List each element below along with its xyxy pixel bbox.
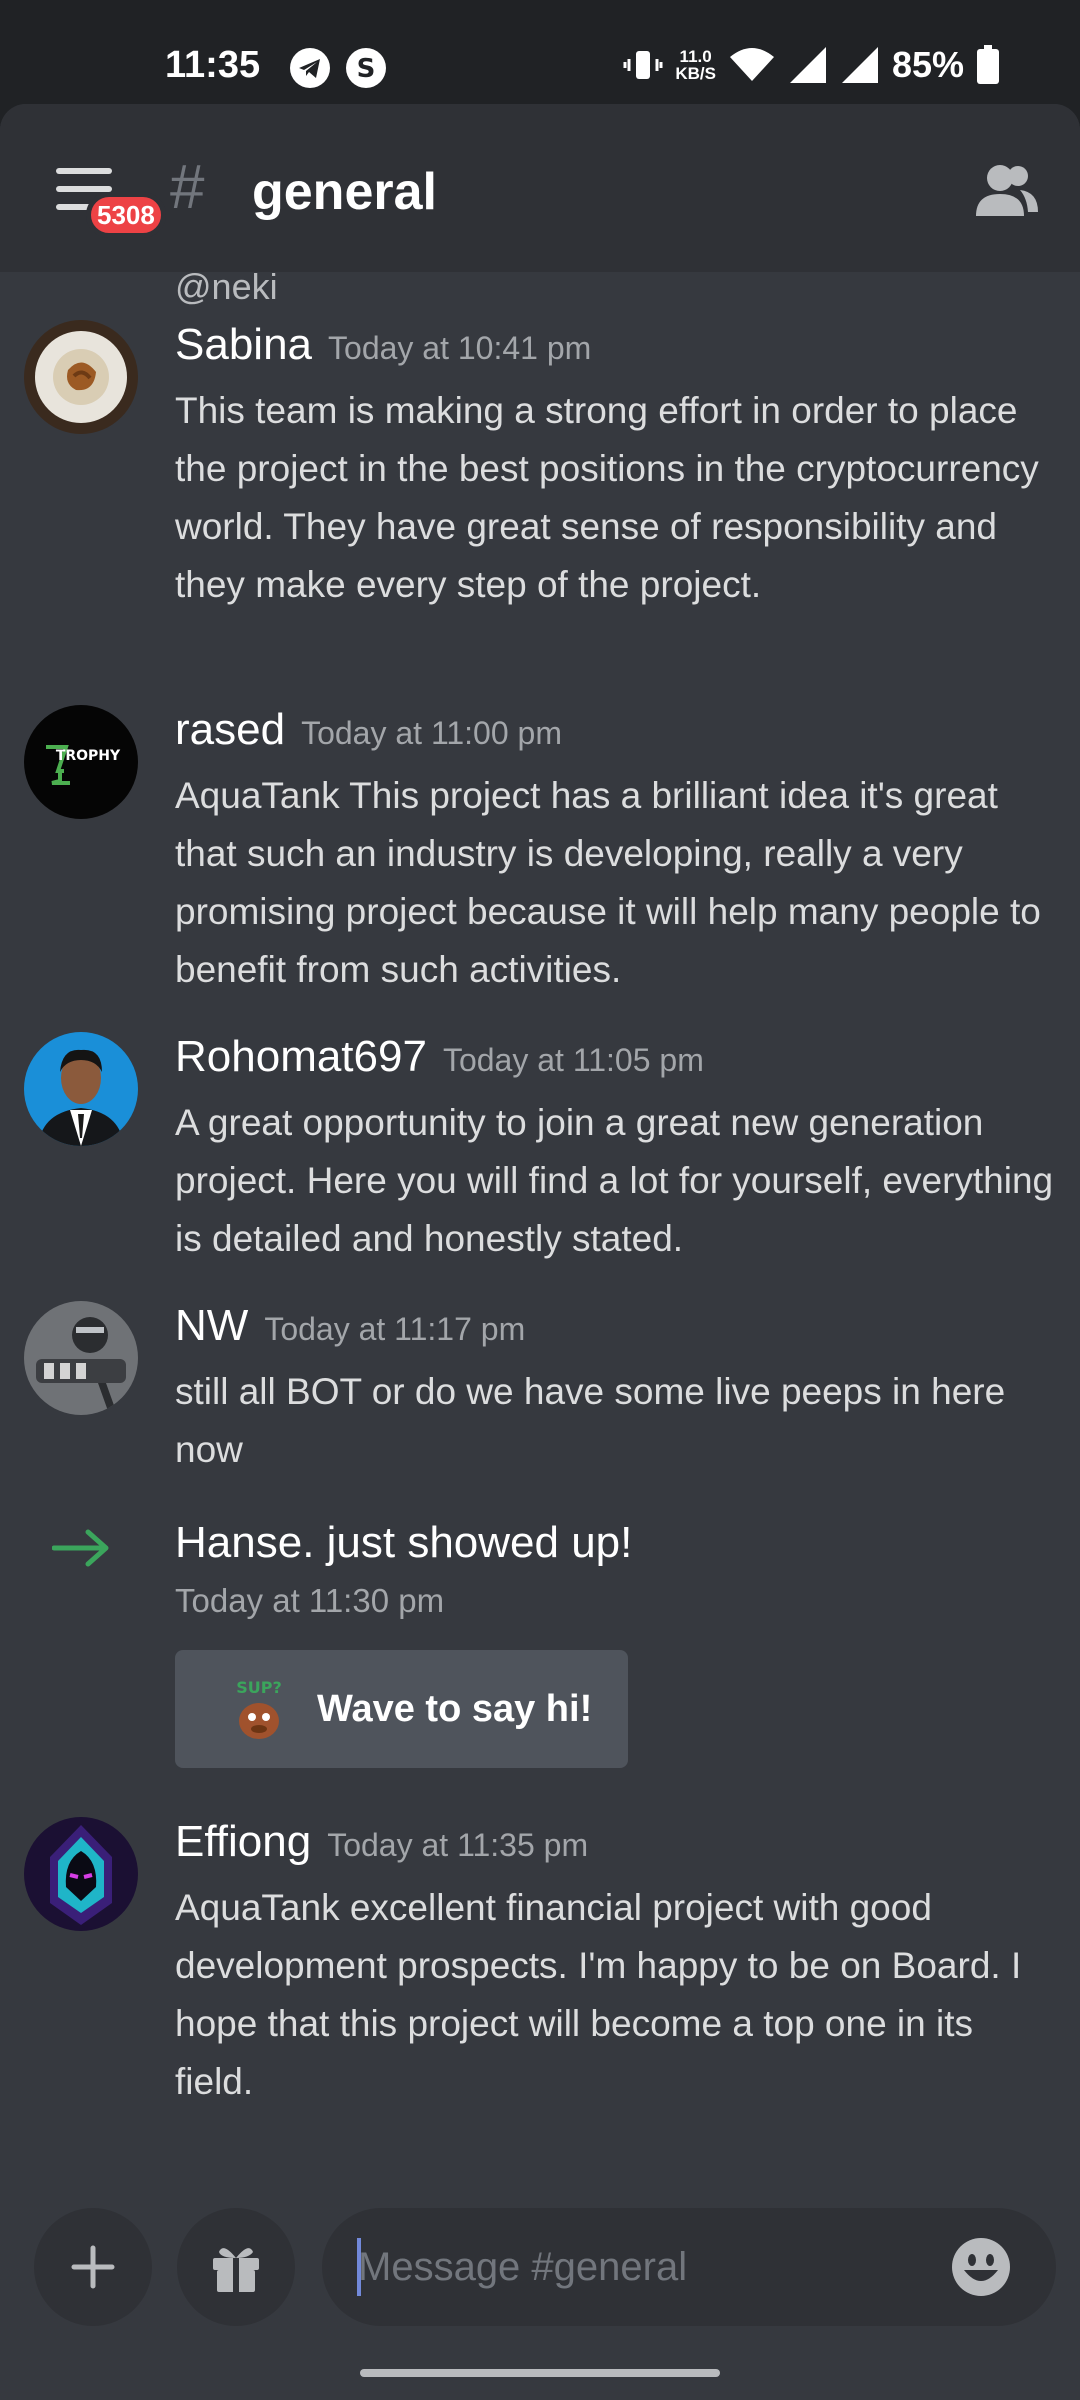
add-attachment-button[interactable] (34, 2208, 152, 2326)
net-speed: 11.0 KB/S (675, 48, 716, 82)
wave-button[interactable]: SUP? Wave to say hi! (175, 1650, 628, 1768)
message-text: This team is making a strong effort in o… (175, 390, 1039, 605)
join-message: Hanse. just showed up! (175, 1518, 633, 1567)
avatar[interactable] (24, 1032, 138, 1146)
message-timestamp: Today at 10:41 pm (328, 330, 592, 366)
telegram-icon (290, 48, 330, 88)
avatar[interactable] (24, 1817, 138, 1931)
join-timestamp: Today at 11:30 pm (175, 1582, 445, 1619)
previous-message-tail: @neki (175, 272, 278, 307)
plus-icon (71, 2245, 115, 2289)
net-speed-value: 11.0 (679, 47, 712, 66)
author-name[interactable]: NW (175, 1301, 248, 1350)
message-text: AquaTank excellent financial project wit… (175, 1887, 1022, 2102)
message-timestamp: Today at 11:00 pm (301, 715, 562, 751)
author-name[interactable]: Rohomat697 (175, 1032, 427, 1081)
message-text: still all BOT or do we have some live pe… (175, 1371, 1006, 1470)
message-text: A great opportunity to join a great new … (175, 1102, 1054, 1259)
author-name[interactable]: Sabina (175, 320, 312, 369)
status-time: 11:35 (165, 44, 261, 86)
battery-icon (977, 45, 999, 84)
message-timestamp: Today at 11:17 pm (264, 1311, 526, 1347)
message-list[interactable]: @neki Sabina Today at 10:41 pm This team … (0, 272, 1080, 2152)
signal-icon (789, 47, 826, 83)
avatar[interactable] (24, 320, 138, 434)
message-text: AquaTank This project has a brilliant id… (175, 775, 1041, 990)
battery-percent: 85% (891, 44, 964, 85)
vibrate-icon (623, 51, 663, 79)
signal-icon (841, 47, 878, 83)
gift-button[interactable] (177, 2208, 295, 2326)
members-icon[interactable] (974, 162, 1038, 218)
author-name[interactable]: Effiong (175, 1817, 311, 1866)
wave-button-label: Wave to say hi! (317, 1687, 593, 1730)
home-indicator[interactable] (360, 2369, 720, 2377)
wave-sticker-icon: SUP? (236, 1678, 282, 1739)
wifi-icon (729, 48, 774, 81)
message-input[interactable] (322, 2208, 1056, 2326)
avatar-text: TROPHY (56, 748, 121, 764)
status-right-group: 11.0 KB/S 85% (623, 44, 1000, 86)
channel-panel: 5308 # general @neki Sabina Today at 10:… (0, 104, 1080, 2400)
gift-icon (213, 2248, 259, 2292)
status-bar: 11:35 S 11.0 KB/S 85% (0, 0, 1080, 100)
arrow-right-icon (52, 1529, 109, 1567)
shazam-icon: S (346, 48, 386, 88)
message-header: rased Today at 11:00 pm (175, 705, 562, 755)
author-name[interactable]: rased (175, 705, 285, 754)
message-timestamp: Today at 11:35 pm (327, 1827, 589, 1863)
message-header: Rohomat697 Today at 11:05 pm (175, 1032, 704, 1082)
channel-hash-icon: # (170, 153, 205, 222)
avatar[interactable] (24, 1301, 138, 1415)
emoji-icon[interactable] (950, 2236, 1012, 2298)
message-timestamp: Today at 11:05 pm (442, 1042, 704, 1078)
message-header: Effiong Today at 11:35 pm (175, 1817, 588, 1867)
text-caret (357, 2238, 361, 2296)
channel-header: 5308 # general (0, 104, 1080, 272)
svg-text:S: S (357, 54, 376, 84)
message-header: NW Today at 11:17 pm (175, 1301, 525, 1351)
channel-title: general (252, 163, 437, 221)
net-speed-unit: KB/S (675, 64, 716, 83)
sticker-text: SUP? (236, 1678, 282, 1697)
mention-badge: 5308 (86, 192, 166, 238)
message-header: Sabina Today at 10:41 pm (175, 320, 591, 370)
avatar[interactable]: TROPHY (24, 705, 138, 819)
